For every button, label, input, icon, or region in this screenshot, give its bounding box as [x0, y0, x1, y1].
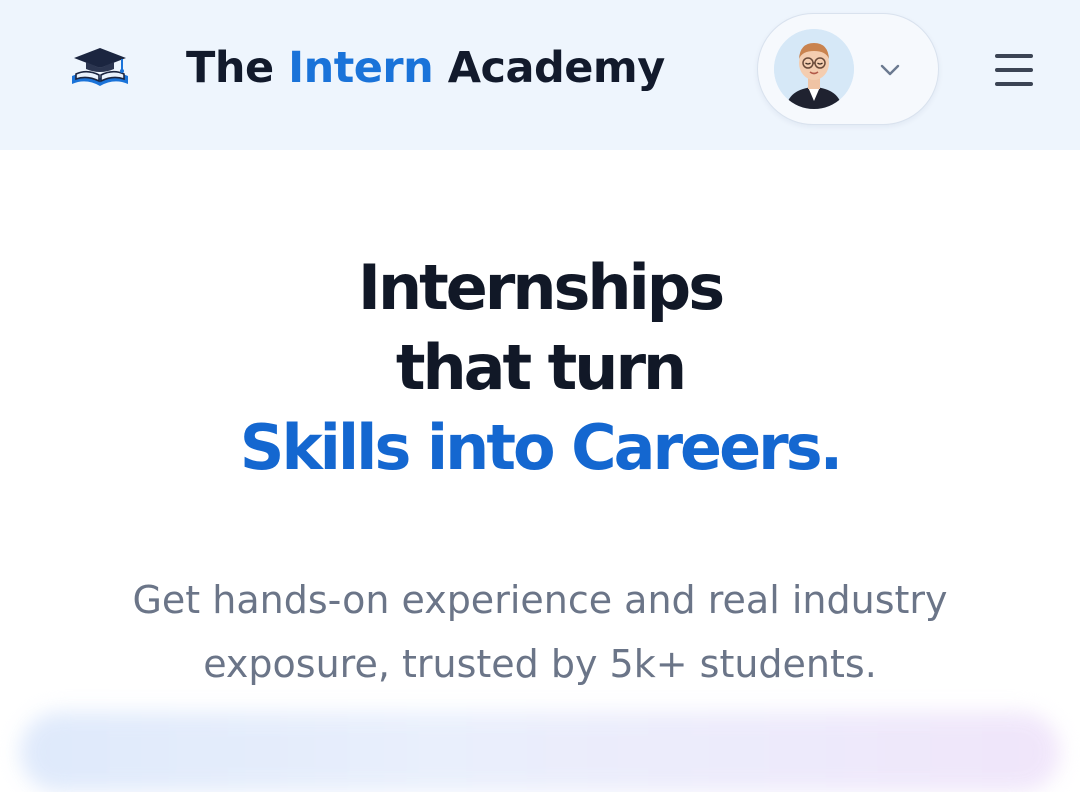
avatar [774, 29, 854, 109]
graduation-cap-book-icon[interactable] [68, 44, 132, 94]
brand-text-the: The [186, 43, 289, 93]
brand-text-academy: Academy [433, 43, 666, 93]
hero-heading-line3: Skills into Careers. [239, 411, 843, 484]
chevron-down-icon [876, 56, 904, 84]
menu-bar-bottom [995, 82, 1033, 86]
hero-subtitle-line2: exposure, trusted by 5k+ students. [203, 642, 877, 686]
hamburger-menu-icon[interactable] [990, 48, 1040, 92]
hero-heading-line2: that turn [395, 331, 687, 404]
menu-bar-top [995, 54, 1033, 58]
brand-text-intern: Intern [288, 43, 434, 93]
hero-heading-line1: Internships [357, 251, 725, 324]
menu-bar-middle [995, 68, 1033, 72]
hero-subtitle: Get hands-on experience and real industr… [80, 568, 1000, 696]
hero-subtitle-line1: Get hands-on experience and real industr… [132, 578, 948, 622]
site-header: The Intern Academy [0, 0, 1080, 150]
gradient-card-edge [20, 712, 1060, 792]
hero-heading: Internships that turn Skills into Career… [0, 248, 1080, 488]
site-brand[interactable]: The Intern Academy [186, 40, 665, 96]
profile-dropdown-button[interactable] [757, 13, 939, 125]
